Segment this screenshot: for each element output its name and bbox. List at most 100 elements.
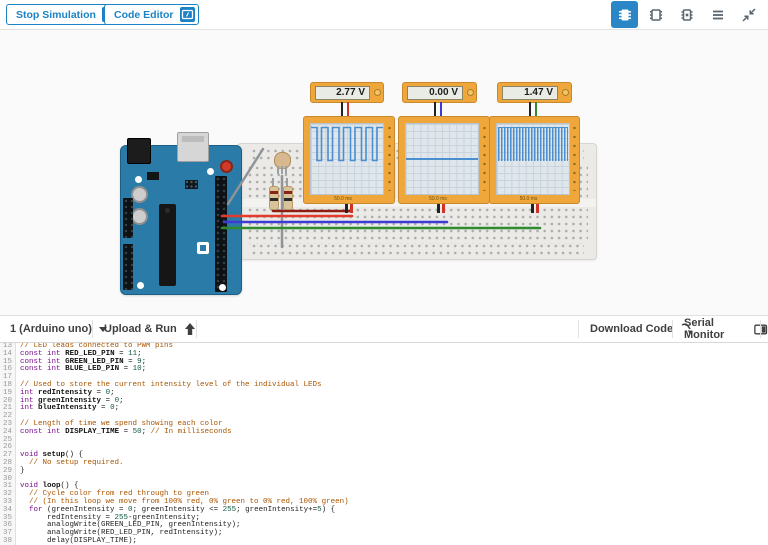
multimeter-2-knob[interactable]	[466, 89, 474, 96]
breadboard-bottom-rail	[252, 244, 584, 258]
capacitor	[131, 186, 148, 203]
pcb-view-icon[interactable]	[673, 1, 700, 28]
oscilloscope-2-screen	[405, 123, 479, 195]
resistor[interactable]	[269, 186, 279, 210]
mounting-hole	[207, 168, 214, 175]
probe-wire	[529, 102, 532, 116]
mounting-hole	[135, 176, 142, 183]
code-line: 26	[0, 444, 768, 453]
multimeter-3-display: 1.47 V	[502, 85, 558, 100]
scope-pin	[345, 204, 348, 213]
multimeter-3[interactable]: 1.47 V	[497, 82, 572, 103]
top-toolbar: Stop Simulation Code Editor	[0, 0, 768, 30]
oscilloscope-1[interactable]: 50.0 ms	[303, 116, 395, 204]
toolbar-divider	[92, 320, 93, 338]
multimeter-1[interactable]: 2.77 V	[310, 82, 384, 103]
serial-monitor-button[interactable]: Serial Monitor	[684, 316, 768, 342]
code-text: delay(DISPLAY_TIME);	[20, 536, 138, 545]
square-wave	[311, 126, 383, 162]
probe-wire	[347, 102, 350, 116]
multimeter-3-knob[interactable]	[561, 89, 569, 96]
scope-time-label: 50.0 ms	[334, 196, 352, 202]
multimeter-1-knob[interactable]	[373, 89, 381, 96]
toolbar-divider	[760, 320, 761, 338]
code-line: 25	[0, 436, 768, 445]
code-editor-button[interactable]: Code Editor	[104, 4, 199, 25]
scope-pin	[437, 204, 440, 213]
scope-pin	[442, 204, 445, 213]
components-view-icon[interactable]	[611, 1, 638, 28]
toolbar-divider	[196, 320, 197, 338]
code-text: int blueIntensity = 0;	[20, 404, 120, 413]
download-code-label: Download Code	[590, 323, 674, 335]
multimeter-2[interactable]: 0.00 V	[402, 82, 477, 103]
scope-side-ticks	[387, 125, 392, 191]
code-line: 24 const int DISPLAY_TIME = 50; // In mil…	[0, 427, 768, 437]
probe-wire	[535, 102, 538, 116]
code-text: const int DISPLAY_TIME = 50; // In milli…	[20, 427, 232, 436]
schematic-view-icon[interactable]	[642, 1, 669, 28]
upload-arrow-icon	[184, 323, 195, 335]
code-line: 38 delay(DISPLAY_TIME);	[0, 536, 768, 545]
code-line: 21 int blueIntensity = 0;	[0, 404, 768, 414]
scope-side-ticks	[482, 125, 487, 191]
right-pin-header	[215, 176, 227, 292]
code-icon	[179, 7, 195, 22]
upload-run-button[interactable]: Upload & Run	[104, 316, 196, 342]
left-pin-header	[123, 244, 133, 290]
scope-pin	[531, 204, 534, 213]
reset-button	[220, 160, 233, 173]
dense-pwm-wave	[498, 127, 568, 161]
code-line: 28 // No setup required.	[0, 458, 768, 468]
upload-run-label: Upload & Run	[104, 323, 177, 335]
resistor[interactable]	[283, 186, 293, 210]
serial-monitor-icon	[754, 324, 768, 334]
collapse-icon[interactable]	[735, 1, 762, 28]
power-jack	[127, 138, 151, 164]
code-editor[interactable]: 13// LED leads connected to PWM pins 14 co…	[0, 343, 768, 545]
mounting-hole	[137, 282, 144, 289]
serial-monitor-label: Serial Monitor	[684, 317, 725, 341]
parts-list-icon[interactable]	[704, 1, 731, 28]
led-leg	[277, 166, 279, 174]
code-text: }	[20, 466, 25, 475]
board-logo	[197, 242, 209, 254]
circuit-canvas[interactable]: 2.77 V 0.00 V 1.47 V 50.0 ms 50.0 ms 50.…	[0, 30, 768, 315]
usb-port	[177, 132, 209, 162]
oscilloscope-2[interactable]: 50.0 ms	[398, 116, 490, 204]
scope-pin	[350, 204, 353, 213]
code-line: 18// Used to store the current intensity…	[0, 381, 768, 390]
icsp-header	[185, 180, 198, 189]
toolbar-divider	[672, 320, 673, 338]
bottom-toolbar: 1 (Arduino uno) Upload & Run Download Co…	[0, 315, 768, 343]
board-selector-label: 1 (Arduino uno)	[10, 323, 92, 335]
multimeter-1-display: 2.77 V	[315, 85, 370, 100]
download-code-button[interactable]: Download Code	[590, 316, 695, 342]
led-leg	[285, 166, 287, 174]
left-pin-header	[123, 198, 133, 238]
code-line: 30	[0, 475, 768, 484]
capacitor	[131, 208, 148, 225]
line-number: 38	[0, 537, 16, 545]
oscilloscope-3-screen	[496, 123, 570, 195]
code-text: const int BLUE_LED_PIN = 10;	[20, 365, 147, 374]
atmega-chip	[159, 204, 176, 286]
code-line: 29}	[0, 466, 768, 476]
scope-time-label: 50.0 ms	[429, 196, 447, 202]
tinkercad-simulator: Stop Simulation Code Editor 2.77 V 0.00 …	[0, 0, 768, 545]
probe-wire	[434, 102, 437, 116]
code-line: 16 const int BLUE_LED_PIN = 10;	[0, 365, 768, 375]
arduino-uno-board[interactable]	[120, 132, 242, 295]
scope-side-ticks	[572, 125, 577, 191]
code-text: // No setup required.	[29, 458, 124, 467]
mounting-hole	[219, 284, 226, 291]
oscilloscope-3[interactable]: 50.0 ms	[489, 116, 580, 204]
smd-chip	[147, 172, 159, 180]
probe-wire	[341, 102, 344, 116]
scope-time-label: 50.0 ms	[519, 196, 538, 202]
led-leg	[281, 166, 283, 174]
probe-wire	[440, 102, 443, 116]
stop-simulation-label: Stop Simulation	[16, 8, 96, 21]
flat-wave	[406, 158, 478, 160]
